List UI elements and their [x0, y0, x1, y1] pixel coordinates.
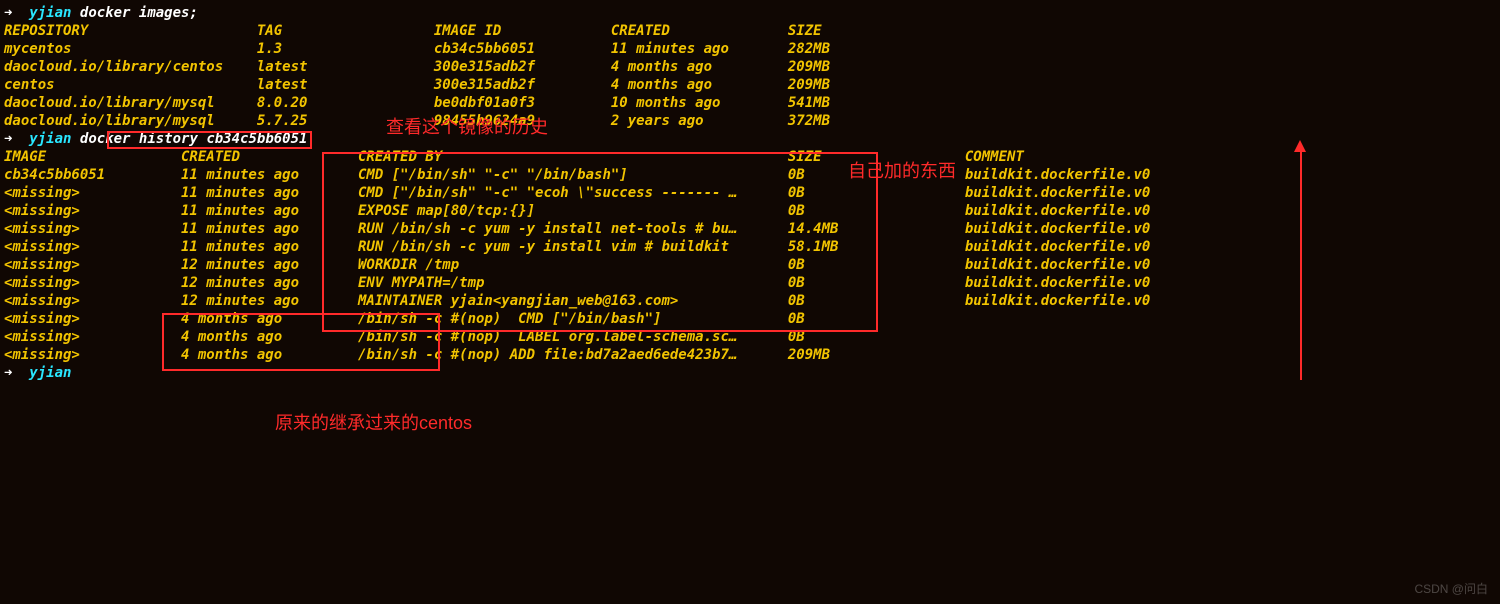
annotation-text-inherit: 原来的继承过来的centos	[275, 414, 472, 432]
terminal-line: <missing> 11 minutes ago EXPOSE map[80/t…	[4, 202, 1150, 220]
terminal-line: daocloud.io/library/mysql 8.0.20 be0dbf0…	[4, 94, 1150, 112]
terminal-line: cb34c5bb6051 11 minutes ago CMD ["/bin/s…	[4, 166, 1150, 184]
terminal-line: ➜ yjian	[4, 364, 1150, 382]
terminal-line: <missing> 11 minutes ago CMD ["/bin/sh" …	[4, 184, 1150, 202]
terminal-line: REPOSITORY TAG IMAGE ID CREATED SIZE	[4, 22, 1150, 40]
terminal-line: centos latest 300e315adb2f 4 months ago …	[4, 76, 1150, 94]
terminal-line: <missing> 4 months ago /bin/sh -c #(nop)…	[4, 310, 1150, 328]
terminal-line: mycentos 1.3 cb34c5bb6051 11 minutes ago…	[4, 40, 1150, 58]
annotation-arrow-head	[1294, 140, 1306, 152]
terminal-line: IMAGE CREATED CREATED BY SIZE COMMENT	[4, 148, 1150, 166]
terminal-line: <missing> 11 minutes ago RUN /bin/sh -c …	[4, 238, 1150, 256]
terminal-line: <missing> 12 minutes ago WORKDIR /tmp 0B…	[4, 256, 1150, 274]
terminal-line: <missing> 12 minutes ago ENV MYPATH=/tmp…	[4, 274, 1150, 292]
terminal-line: daocloud.io/library/centos latest 300e31…	[4, 58, 1150, 76]
terminal-output[interactable]: ➜ yjian docker images;REPOSITORY TAG IMA…	[4, 4, 1150, 382]
terminal-line: <missing> 4 months ago /bin/sh -c #(nop)…	[4, 328, 1150, 346]
terminal-line: ➜ yjian docker images;	[4, 4, 1150, 22]
terminal-line: daocloud.io/library/mysql 5.7.25 98455b9…	[4, 112, 1150, 130]
watermark: CSDN @问白	[1414, 580, 1488, 598]
terminal-line: <missing> 11 minutes ago RUN /bin/sh -c …	[4, 220, 1150, 238]
terminal-line: ➜ yjian docker history cb34c5bb6051	[4, 130, 1150, 148]
terminal-line: <missing> 12 minutes ago MAINTAINER yjai…	[4, 292, 1150, 310]
annotation-arrow-line	[1300, 150, 1302, 380]
terminal-line: <missing> 4 months ago /bin/sh -c #(nop)…	[4, 346, 1150, 364]
